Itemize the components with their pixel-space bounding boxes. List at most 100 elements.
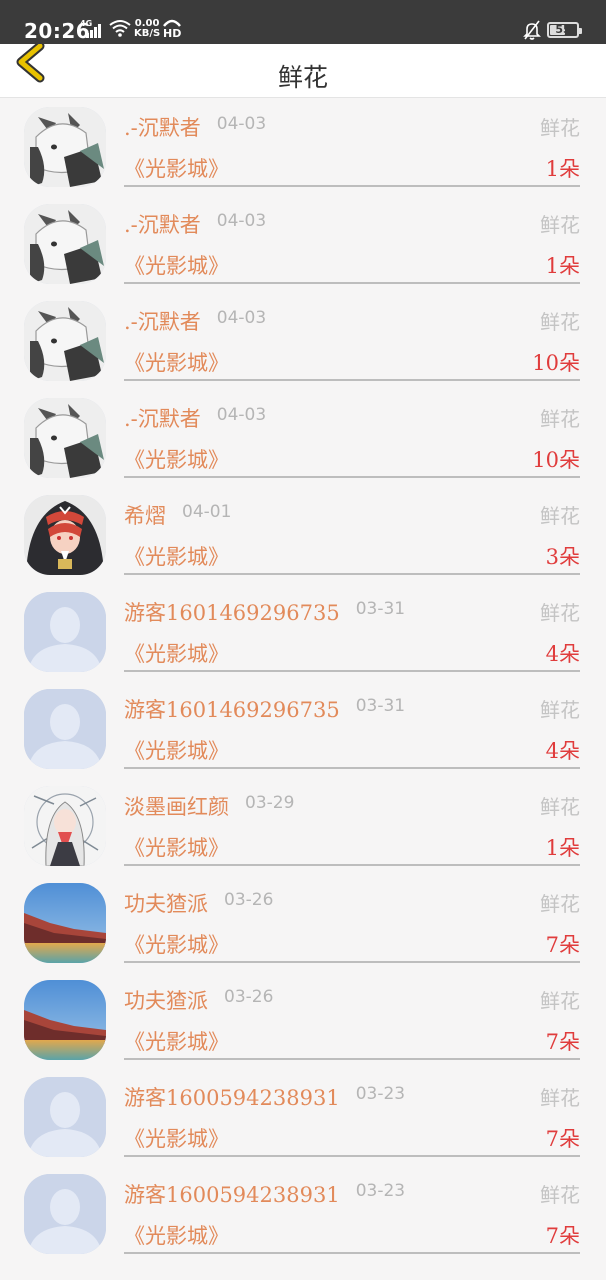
list-item[interactable]: 淡墨画红颜 03-29 鲜花 《光影城》 1朵 — [0, 777, 606, 874]
book-title[interactable]: 《光影城》 — [124, 541, 229, 571]
row-divider — [124, 864, 580, 866]
book-title[interactable]: 《光影城》 — [124, 638, 229, 668]
record-date: 03-23 — [355, 1084, 406, 1104]
avatar-anime-cat-ear[interactable] — [24, 107, 106, 187]
book-title[interactable]: 《光影城》 — [124, 1123, 229, 1153]
row-divider — [124, 767, 580, 769]
user-name[interactable]: 淡墨画红颜 — [124, 791, 229, 821]
record-date: 04-01 — [182, 502, 232, 522]
gift-count: 7朵 — [545, 1224, 580, 1248]
gift-type: 鲜花 — [540, 504, 580, 528]
gift-type: 鲜花 — [540, 989, 580, 1013]
avatar-anime-cat-ear[interactable] — [24, 204, 106, 284]
gift-count: 4朵 — [545, 642, 580, 666]
record-date: 03-29 — [245, 793, 295, 813]
row-divider — [124, 1058, 580, 1060]
user-name[interactable]: .-沉默者 — [124, 403, 201, 433]
list-item[interactable]: .-沉默者 04-03 鲜花 《光影城》 1朵 — [0, 98, 606, 195]
user-name[interactable]: 游客1601469296735 — [124, 597, 340, 627]
network-type: 4G — [80, 19, 93, 28]
record-date: 03-31 — [355, 599, 406, 619]
gift-count: 10朵 — [532, 351, 580, 375]
avatar-anime-white-hair[interactable] — [24, 786, 106, 866]
list-item[interactable]: 功夫猹派 03-26 鲜花 《光影城》 7朵 — [0, 874, 606, 971]
record-date: 04-03 — [216, 211, 267, 231]
speed-unit: KB/S — [134, 28, 161, 39]
row-divider — [124, 476, 580, 478]
battery-level: 55 — [555, 23, 571, 36]
book-title[interactable]: 《光影城》 — [124, 1026, 229, 1056]
gift-type: 鲜花 — [540, 698, 580, 722]
row-divider — [124, 1155, 580, 1157]
avatar-default-person[interactable] — [24, 1077, 106, 1157]
gift-count: 7朵 — [545, 1030, 580, 1054]
user-name[interactable]: 游客1600594238931 — [124, 1082, 340, 1112]
gift-type: 鲜花 — [540, 601, 580, 625]
hd-call-icon: HD — [162, 18, 182, 40]
book-title[interactable]: 《光影城》 — [124, 929, 229, 959]
gift-type: 鲜花 — [540, 1183, 580, 1207]
battery-icon: 55 — [547, 22, 582, 38]
gift-type: 鲜花 — [540, 795, 580, 819]
page-title: 鲜花 — [277, 63, 328, 92]
list-item[interactable]: 游客1600594238931 03-23 鲜花 《光影城》 7朵 — [0, 1165, 606, 1262]
book-title[interactable]: 《光影城》 — [124, 153, 229, 183]
record-date: 03-31 — [355, 696, 406, 716]
avatar-anime-cat-ear[interactable] — [24, 398, 106, 478]
gift-type: 鲜花 — [540, 407, 580, 431]
book-title[interactable]: 《光影城》 — [124, 250, 229, 280]
list-item[interactable]: .-沉默者 04-03 鲜花 《光影城》 10朵 — [0, 389, 606, 486]
list-item[interactable]: 游客1600594238931 03-23 鲜花 《光影城》 7朵 — [0, 1068, 606, 1165]
list-item[interactable]: 功夫猹派 03-26 鲜花 《光影城》 7朵 — [0, 971, 606, 1068]
gift-record-list[interactable]: .-沉默者 04-03 鲜花 《光影城》 1朵 .-沉默者 04-03 鲜花 《… — [0, 98, 606, 1262]
avatar-default-person[interactable] — [24, 1174, 106, 1254]
record-date: 04-03 — [216, 405, 267, 425]
record-date: 03-26 — [224, 890, 274, 910]
gift-count: 3朵 — [545, 545, 580, 569]
list-item[interactable]: .-沉默者 04-03 鲜花 《光影城》 10朵 — [0, 292, 606, 389]
gift-count: 1朵 — [545, 836, 580, 860]
gift-count: 7朵 — [545, 1127, 580, 1151]
user-name[interactable]: 希熠 — [124, 500, 166, 530]
cellular-signal-icon: 4G — [80, 19, 102, 38]
book-title[interactable]: 《光影城》 — [124, 1220, 229, 1250]
hd-label: HD — [163, 27, 182, 40]
user-name[interactable]: 功夫猹派 — [124, 888, 208, 918]
gift-type: 鲜花 — [540, 892, 580, 916]
list-item[interactable]: 游客1601469296735 03-31 鲜花 《光影城》 4朵 — [0, 583, 606, 680]
list-item[interactable]: .-沉默者 04-03 鲜花 《光影城》 1朵 — [0, 195, 606, 292]
avatar-default-person[interactable] — [24, 592, 106, 672]
user-name[interactable]: .-沉默者 — [124, 209, 201, 239]
mute-bell-icon — [522, 20, 542, 40]
header: 鲜花 — [0, 41, 606, 98]
user-name[interactable]: 游客1601469296735 — [124, 694, 340, 724]
user-name[interactable]: 功夫猹派 — [124, 985, 208, 1015]
row-divider — [124, 379, 580, 381]
gift-type: 鲜花 — [540, 213, 580, 237]
avatar-landscape[interactable] — [24, 980, 106, 1060]
book-title[interactable]: 《光影城》 — [124, 735, 229, 765]
avatar-anime-cat-ear[interactable] — [24, 301, 106, 381]
book-title[interactable]: 《光影城》 — [124, 444, 229, 474]
gift-type: 鲜花 — [540, 1086, 580, 1110]
user-name[interactable]: .-沉默者 — [124, 112, 201, 142]
avatar-default-person[interactable] — [24, 689, 106, 769]
row-divider — [124, 185, 580, 187]
list-item[interactable]: 游客1601469296735 03-31 鲜花 《光影城》 4朵 — [0, 680, 606, 777]
row-divider — [124, 961, 580, 963]
user-name[interactable]: 游客1600594238931 — [124, 1179, 340, 1209]
row-divider — [124, 282, 580, 284]
avatar-landscape[interactable] — [24, 883, 106, 963]
gift-count: 10朵 — [532, 448, 580, 472]
list-item[interactable]: 希熠 04-01 鲜花 《光影城》 3朵 — [0, 486, 606, 583]
user-name[interactable]: .-沉默者 — [124, 306, 201, 336]
record-date: 03-23 — [355, 1181, 406, 1201]
gift-count: 4朵 — [545, 739, 580, 763]
book-title[interactable]: 《光影城》 — [124, 347, 229, 377]
gift-count: 1朵 — [545, 254, 580, 278]
record-date: 04-03 — [216, 308, 267, 328]
avatar-anime-hoodie[interactable] — [24, 495, 106, 575]
row-divider — [124, 1252, 580, 1254]
row-divider — [124, 670, 580, 672]
book-title[interactable]: 《光影城》 — [124, 832, 229, 862]
